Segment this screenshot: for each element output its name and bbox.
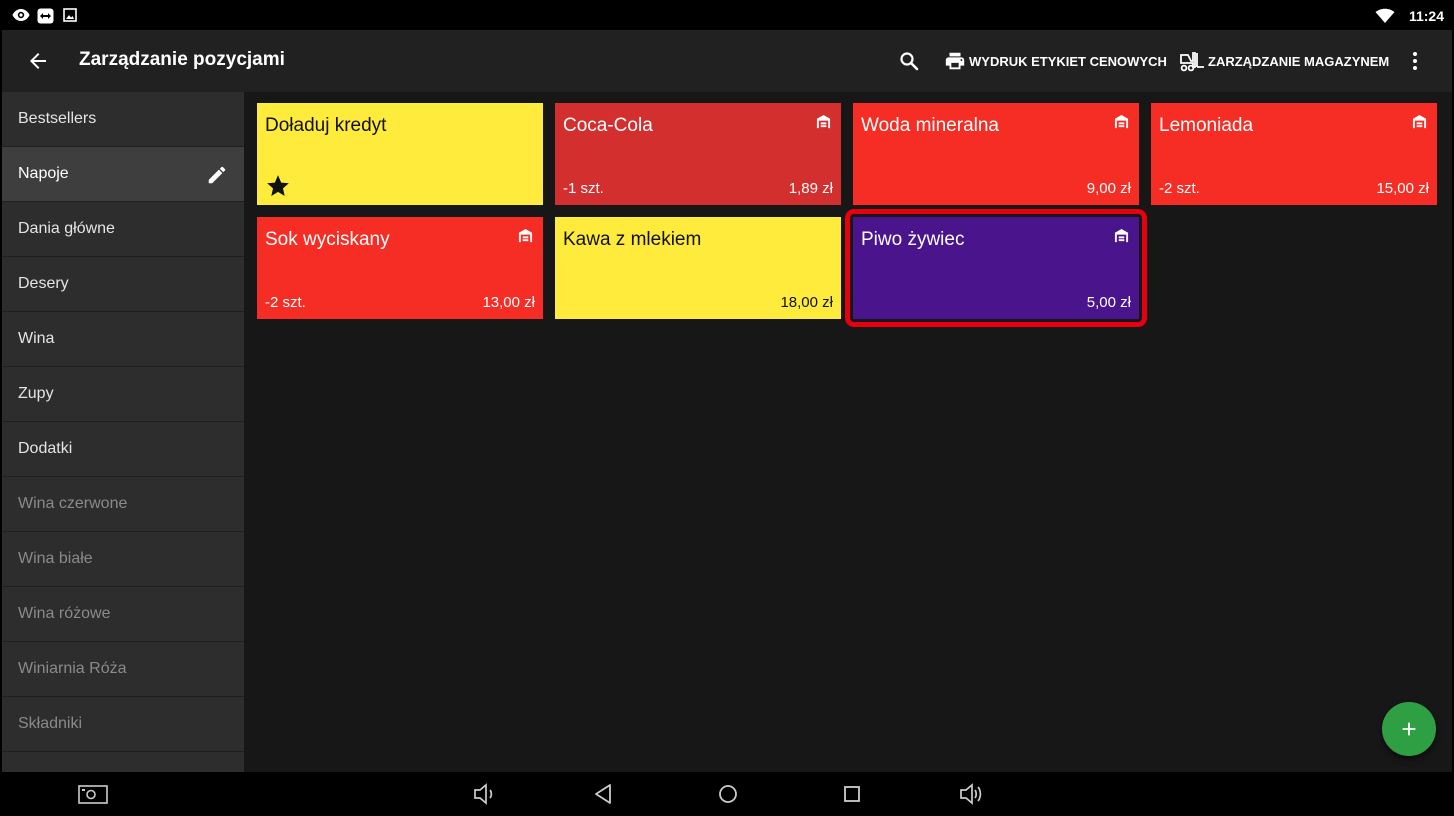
warehouse-management-button[interactable]: ZARZĄDZANIE MAGAZYNEM bbox=[1179, 48, 1389, 74]
product-tile-woda-mineralna[interactable]: Woda mineralna 9,00 zł bbox=[853, 103, 1139, 205]
sidebar-item-zupy[interactable]: Zupy bbox=[2, 367, 244, 422]
volume-down-icon[interactable] bbox=[472, 781, 498, 807]
app-bar: Zarządzanie pozycjami WYDRUK ETYKIET CEN… bbox=[2, 30, 1452, 92]
sidebar-item-label: Składniki bbox=[18, 715, 83, 732]
sidebar-item-label: Wina białe bbox=[18, 550, 93, 567]
status-time: 11:24 bbox=[1408, 8, 1444, 24]
sidebar-item-label: Wina różowe bbox=[18, 605, 111, 622]
category-sidebar: Bestsellers Napoje Dania główne Desery W… bbox=[2, 92, 244, 772]
tile-quantity: -2 szt. bbox=[265, 294, 306, 311]
screenshot-icon[interactable] bbox=[78, 781, 108, 807]
sidebar-item-label: Dodatki bbox=[18, 440, 73, 457]
sidebar-item-wina-rozowe[interactable]: Wina różowe bbox=[2, 587, 244, 642]
sidebar-item-winiarnia-roza[interactable]: Winiarnia Róża bbox=[2, 642, 244, 697]
plus-icon bbox=[1402, 722, 1416, 736]
volume-up-icon[interactable] bbox=[958, 781, 984, 807]
sidebar-item-label: Wina bbox=[18, 330, 55, 347]
back-icon[interactable] bbox=[591, 781, 617, 807]
forklift-icon bbox=[1180, 52, 1204, 72]
warehouse-icon bbox=[816, 114, 831, 129]
tile-name: Sok wyciskany bbox=[265, 229, 390, 250]
product-grid: Doładuj kredyt Coca-Cola -1 szt. 1,89 zł… bbox=[257, 103, 1437, 327]
page-title: Zarządzanie pozycjami bbox=[79, 49, 285, 70]
edit-pencil-icon[interactable] bbox=[206, 164, 228, 186]
tile-price: 18,00 zł bbox=[780, 294, 833, 311]
tile-quantity: -1 szt. bbox=[563, 180, 604, 197]
sidebar-item-label: Bestsellers bbox=[18, 110, 97, 127]
sidebar-item-dodatki[interactable]: Dodatki bbox=[2, 422, 244, 477]
product-tile-lemoniada[interactable]: Lemoniada -2 szt. 15,00 zł bbox=[1151, 103, 1437, 205]
sidebar-item-dania-glowne[interactable]: Dania główne bbox=[2, 202, 244, 257]
search-icon[interactable] bbox=[897, 49, 921, 73]
sidebar-item-wina[interactable]: Wina bbox=[2, 312, 244, 367]
sidebar-item-label: Zupy bbox=[18, 385, 54, 402]
tile-price: 9,00 zł bbox=[1086, 180, 1131, 197]
warehouse-management-label: ZARZĄDZANIE MAGAZYNEM bbox=[1208, 53, 1390, 69]
warehouse-icon bbox=[1114, 228, 1129, 243]
sidebar-item-desery[interactable]: Desery bbox=[2, 257, 244, 312]
tile-name: Woda mineralna bbox=[861, 115, 1000, 136]
print-labels-label: WYDRUK ETYKIET CENOWYCH bbox=[969, 53, 1167, 69]
tile-name: Piwo żywiec bbox=[861, 229, 965, 250]
sidebar-item-label: Winiarnia Róża bbox=[18, 660, 127, 677]
warehouse-icon bbox=[518, 228, 533, 243]
sidebar-item-wina-czerwone[interactable]: Wina czerwone bbox=[2, 477, 244, 532]
tile-name: Coca-Cola bbox=[563, 115, 653, 136]
tile-price: 5,00 zł bbox=[1086, 294, 1131, 311]
tile-name: Kawa z mlekiem bbox=[563, 229, 702, 250]
add-item-button[interactable] bbox=[1382, 702, 1436, 756]
wifi-icon bbox=[1375, 8, 1395, 23]
star-icon bbox=[267, 175, 289, 196]
status-bar: 11:24 bbox=[2, 2, 1452, 30]
tile-name: Lemoniada bbox=[1159, 115, 1254, 136]
more-vert-icon[interactable] bbox=[1403, 49, 1427, 73]
product-tile-kawa-z-mlekiem[interactable]: Kawa z mlekiem 18,00 zł bbox=[555, 217, 841, 319]
product-tile-doladuj-kredyt[interactable]: Doładuj kredyt bbox=[257, 103, 543, 205]
home-icon[interactable] bbox=[715, 781, 741, 807]
recents-icon[interactable] bbox=[839, 781, 865, 807]
sidebar-item-bestsellers[interactable]: Bestsellers bbox=[2, 92, 244, 147]
sidebar-item-label: Desery bbox=[18, 275, 69, 292]
sidebar-item-label: Wina czerwone bbox=[18, 495, 128, 512]
system-nav-bar bbox=[2, 772, 1452, 814]
tile-price: 1,89 zł bbox=[788, 180, 833, 197]
back-arrow-icon[interactable] bbox=[26, 49, 50, 73]
sidebar-item-label: Dania główne bbox=[18, 220, 115, 237]
printer-icon bbox=[945, 52, 965, 70]
app-screen: 11:24 Zarządzanie pozycjami WYDRUK ETYKI… bbox=[2, 2, 1452, 814]
tile-name: Doładuj kredyt bbox=[265, 115, 387, 136]
product-tile-coca-cola[interactable]: Coca-Cola -1 szt. 1,89 zł bbox=[555, 103, 841, 205]
tile-quantity: -2 szt. bbox=[1159, 180, 1200, 197]
product-tile-sok-wyciskany[interactable]: Sok wyciskany -2 szt. 13,00 zł bbox=[257, 217, 543, 319]
tile-price: 15,00 zł bbox=[1376, 180, 1429, 197]
sidebar-item-label: Napoje bbox=[18, 165, 69, 182]
sidebar-item-napoje[interactable]: Napoje bbox=[2, 147, 244, 202]
image-icon bbox=[63, 8, 77, 22]
product-tile-piwo-zywiec[interactable]: Piwo żywiec 5,00 zł bbox=[845, 209, 1147, 327]
print-labels-button[interactable]: WYDRUK ETYKIET CENOWYCH bbox=[944, 48, 1167, 74]
eye-icon bbox=[12, 9, 30, 21]
sidebar-item-wina-biale[interactable]: Wina białe bbox=[2, 532, 244, 587]
teamviewer-icon bbox=[37, 8, 54, 24]
sidebar-item-skladniki[interactable]: Składniki bbox=[2, 697, 244, 752]
tile-price: 13,00 zł bbox=[482, 294, 535, 311]
warehouse-icon bbox=[1412, 114, 1427, 129]
warehouse-icon bbox=[1114, 114, 1129, 129]
